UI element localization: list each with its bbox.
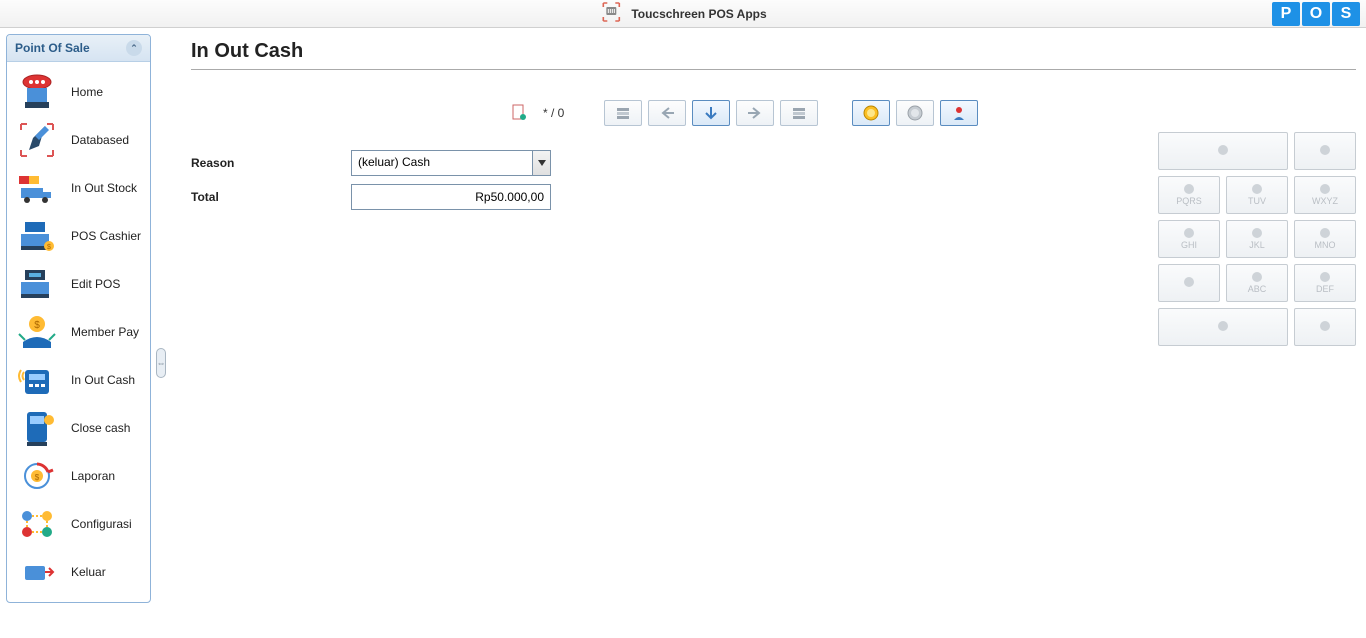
keypad-key[interactable] xyxy=(1294,132,1356,170)
nav-first-button[interactable] xyxy=(604,100,642,126)
keypad-key[interactable] xyxy=(1294,308,1356,346)
pos-terminal-icon xyxy=(13,407,61,449)
arrow-left-icon xyxy=(659,106,675,120)
sidebar-item-edit-pos[interactable]: Edit POS xyxy=(9,260,148,308)
last-icon xyxy=(793,108,805,119)
arrow-down-icon xyxy=(703,106,719,120)
chevron-down-icon xyxy=(532,151,550,175)
settings-icon xyxy=(13,503,61,545)
sidebar-item-databased[interactable]: Databased xyxy=(9,116,148,164)
sidebar-item-label: Keluar xyxy=(71,565,106,579)
collapse-icon: ⌃ xyxy=(126,40,142,56)
sidebar-item-home[interactable]: Home xyxy=(9,68,148,116)
action-coin-button[interactable] xyxy=(852,100,890,126)
sidebar-item-pos-cashier[interactable]: $ POS Cashier xyxy=(9,212,148,260)
keypad-key[interactable] xyxy=(1158,132,1288,170)
sidebar-item-label: Laporan xyxy=(71,469,115,483)
sidebar-item-in-out-stock[interactable]: In Out Stock xyxy=(9,164,148,212)
sidebar-item-label: Member Pay xyxy=(71,325,139,339)
keypad-key[interactable]: PQRS xyxy=(1158,176,1220,214)
report-icon: $ xyxy=(13,455,61,497)
truck-icon xyxy=(13,167,61,209)
badge-o: O xyxy=(1302,2,1330,26)
reason-select-value: (keluar) Cash xyxy=(352,151,532,175)
nav-down-button[interactable] xyxy=(692,100,730,126)
badge-p: P xyxy=(1272,2,1300,26)
keypad-key[interactable] xyxy=(1158,264,1220,302)
nav-next-button[interactable] xyxy=(736,100,774,126)
action-person-button[interactable] xyxy=(940,100,978,126)
sidebar-panel: Point Of Sale ⌃ Home Databased xyxy=(6,34,151,603)
phone-keypad: PQRS TUV WXYZ GHI JKL MNO ABC DEF xyxy=(1158,132,1356,346)
record-pager: * / 0 xyxy=(543,106,564,120)
sidebar-item-keluar[interactable]: Keluar xyxy=(9,548,148,596)
badge-s: S xyxy=(1332,2,1360,26)
total-label: Total xyxy=(191,190,351,204)
title-divider xyxy=(191,69,1356,70)
keypad-key[interactable]: JKL xyxy=(1226,220,1288,258)
keypad-key[interactable]: MNO xyxy=(1294,220,1356,258)
pos-badges: P O S xyxy=(1272,2,1360,26)
keypad-key[interactable] xyxy=(1158,308,1288,346)
svg-text:$: $ xyxy=(34,320,40,331)
sidebar-group-label: Point Of Sale xyxy=(15,41,90,55)
sidebar-item-configurasi[interactable]: Configurasi xyxy=(9,500,148,548)
app-topbar: Toucschreen POS Apps P O S xyxy=(0,0,1366,28)
app-title: Toucschreen POS Apps xyxy=(631,7,766,21)
keypad-key[interactable]: DEF xyxy=(1294,264,1356,302)
barcode-scanner-icon xyxy=(13,119,61,161)
sidebar-item-label: Edit POS xyxy=(71,277,120,291)
action-coin-grey-button[interactable] xyxy=(896,100,934,126)
keypad-key[interactable]: WXYZ xyxy=(1294,176,1356,214)
sidebar-item-close-cash[interactable]: Close cash xyxy=(9,404,148,452)
reason-label: Reason xyxy=(191,156,351,170)
sidebar-item-label: POS Cashier xyxy=(71,229,141,243)
sidebar-group-header[interactable]: Point Of Sale ⌃ xyxy=(7,35,150,62)
record-indicator-icon xyxy=(511,103,527,124)
person-icon xyxy=(951,105,967,121)
keypad-key[interactable]: GHI xyxy=(1158,220,1220,258)
nav-last-button[interactable] xyxy=(780,100,818,126)
barcode-scanner-icon xyxy=(599,1,623,26)
svg-text:$: $ xyxy=(47,244,51,251)
coin-gold-icon xyxy=(863,105,879,121)
sidebar-item-label: Home xyxy=(71,85,103,99)
sidebar-item-member-pay[interactable]: $ Member Pay xyxy=(9,308,148,356)
sidebar-collapse-handle[interactable]: ⇔ xyxy=(156,348,166,378)
page-title: In Out Cash xyxy=(191,40,1356,63)
total-input[interactable] xyxy=(351,184,551,210)
exit-icon xyxy=(13,551,61,593)
nav-prev-button[interactable] xyxy=(648,100,686,126)
arrow-right-icon xyxy=(747,106,763,120)
cash-register-icon: $ xyxy=(13,215,61,257)
sidebar-item-label: In Out Stock xyxy=(71,181,137,195)
reason-select[interactable]: (keluar) Cash xyxy=(351,150,551,176)
coin-grey-icon xyxy=(907,105,923,121)
sidebar-item-label: In Out Cash xyxy=(71,373,135,387)
svg-text:$: $ xyxy=(35,473,40,482)
sidebar-item-label: Databased xyxy=(71,133,129,147)
keypad-key[interactable]: TUV xyxy=(1226,176,1288,214)
sidebar-item-label: Configurasi xyxy=(71,517,132,531)
edit-register-icon xyxy=(13,263,61,305)
member-pay-icon: $ xyxy=(13,311,61,353)
home-icon xyxy=(13,71,61,113)
sidebar-item-in-out-cash[interactable]: In Out Cash xyxy=(9,356,148,404)
first-icon xyxy=(617,108,629,119)
sidebar-item-laporan[interactable]: $ Laporan xyxy=(9,452,148,500)
sidebar-item-label: Close cash xyxy=(71,421,130,435)
card-terminal-icon xyxy=(13,359,61,401)
keypad-key[interactable]: ABC xyxy=(1226,264,1288,302)
